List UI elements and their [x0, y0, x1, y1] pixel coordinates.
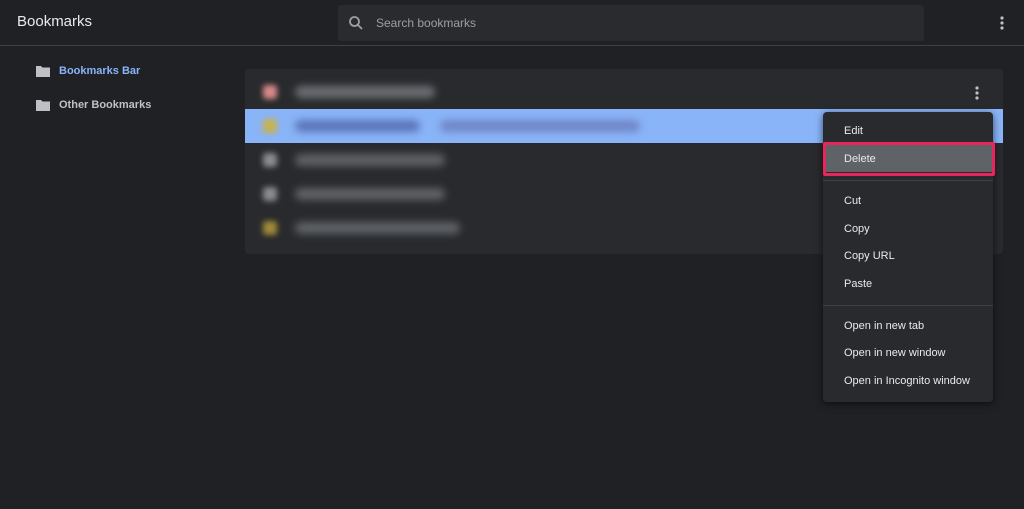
more-options-icon[interactable]: [994, 14, 1010, 32]
top-bar: Bookmarks: [0, 0, 1024, 46]
favicon-icon: [263, 85, 277, 99]
sidebar-item-label: Other Bookmarks: [59, 99, 152, 111]
search-box[interactable]: [338, 5, 924, 41]
sidebar-item-bookmarks-bar[interactable]: Bookmarks Bar: [35, 61, 140, 81]
search-icon: [349, 16, 363, 30]
blurred-bookmark-url: [440, 120, 640, 132]
favicon-icon: [263, 221, 277, 235]
menu-item-edit[interactable]: Edit: [823, 117, 993, 144]
menu-item-paste[interactable]: Paste: [823, 270, 993, 297]
favicon-icon: [263, 119, 277, 133]
menu-item-copy-url[interactable]: Copy URL: [823, 242, 993, 269]
more-options-icon[interactable]: [969, 84, 985, 102]
menu-item-open-incognito[interactable]: Open in Incognito window: [823, 367, 993, 394]
menu-item-open-new-window[interactable]: Open in new window: [823, 339, 993, 366]
search-input[interactable]: [376, 5, 916, 41]
menu-item-open-new-tab[interactable]: Open in new tab: [823, 312, 993, 339]
blurred-bookmark-title: [295, 154, 445, 166]
menu-divider: [823, 180, 993, 181]
page-title: Bookmarks: [17, 13, 93, 30]
favicon-icon: [263, 187, 277, 201]
menu-item-cut[interactable]: Cut: [823, 187, 993, 214]
sidebar-item-label: Bookmarks Bar: [59, 65, 141, 77]
sidebar-item-other-bookmarks[interactable]: Other Bookmarks: [35, 95, 151, 115]
delete-highlight-outline: [823, 142, 995, 176]
folder-icon: [36, 99, 50, 111]
folder-icon: [36, 65, 50, 77]
blurred-bookmark-title: [295, 222, 460, 234]
bookmark-row[interactable]: [245, 75, 1003, 109]
menu-divider: [823, 305, 993, 306]
blurred-bookmark-title: [295, 120, 420, 132]
blurred-bookmark-title: [295, 188, 445, 200]
favicon-icon: [263, 153, 277, 167]
blurred-bookmark-title: [295, 86, 435, 98]
menu-item-copy[interactable]: Copy: [823, 215, 993, 242]
